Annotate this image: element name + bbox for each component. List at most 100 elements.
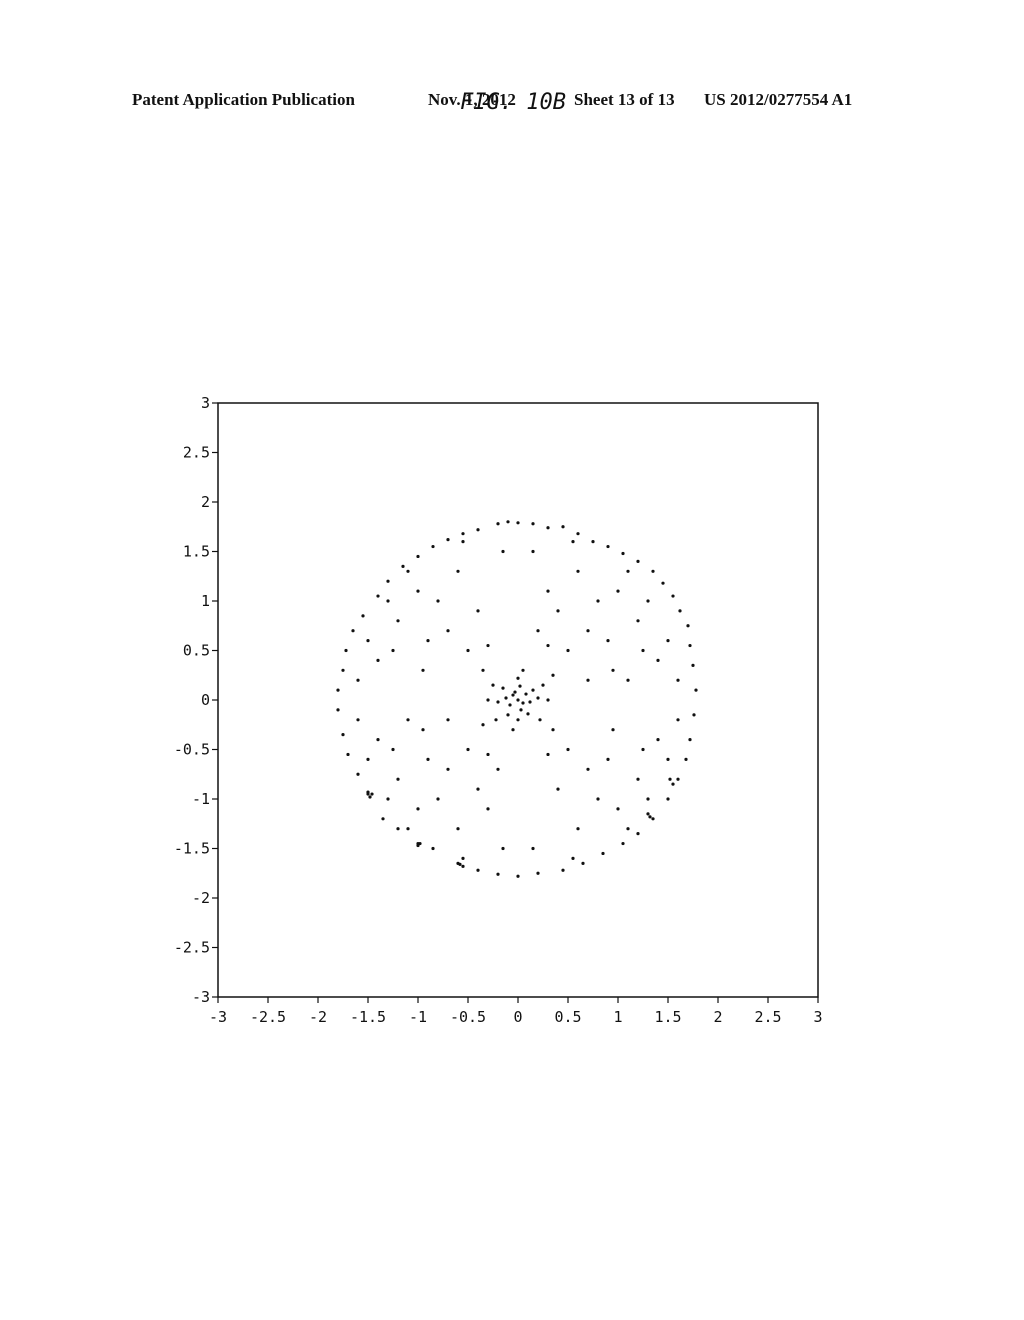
data-point	[521, 701, 525, 705]
data-point	[571, 540, 575, 544]
data-point	[421, 728, 425, 732]
y-tick-label: -2	[192, 889, 210, 907]
data-point	[651, 569, 655, 573]
y-tick-label: 0.5	[183, 642, 210, 660]
y-tick-label: 1	[201, 592, 210, 610]
data-point	[381, 817, 385, 821]
data-point	[456, 827, 460, 831]
scatter-plot: -3 -2.5 -2 -1.5 -1 -0.5 0 0.5 1 1.5 2 2.5 3 3 2.5 2 1.5…	[174, 394, 823, 1026]
data-point	[641, 747, 645, 752]
data-point	[351, 629, 355, 633]
data-point	[396, 827, 400, 831]
data-point	[486, 643, 490, 648]
data-point	[426, 639, 430, 643]
y-tick-label: -1.5	[174, 840, 210, 858]
data-point	[513, 690, 517, 694]
y-tick-label: -1	[192, 790, 210, 808]
data-point	[436, 599, 440, 603]
data-points	[336, 520, 698, 878]
data-point	[656, 658, 660, 663]
data-point	[531, 846, 535, 851]
data-point	[346, 752, 350, 757]
data-point	[446, 718, 450, 722]
data-point	[676, 718, 680, 722]
data-point	[491, 683, 495, 687]
data-point	[596, 599, 600, 603]
data-point	[511, 728, 515, 732]
data-point	[621, 551, 625, 556]
x-tick-label: 0.5	[554, 1008, 581, 1026]
data-point	[370, 792, 374, 796]
data-point	[521, 668, 525, 672]
x-axis: -3 -2.5 -2 -1.5 -1 -0.5 0 0.5 1 1.5 2 2.5 3	[209, 997, 823, 1026]
data-point	[684, 757, 688, 762]
data-point	[576, 827, 580, 831]
data-point	[519, 708, 523, 712]
data-point	[611, 668, 615, 672]
data-point	[581, 861, 585, 865]
data-point	[386, 579, 390, 583]
data-point	[601, 851, 605, 856]
data-point	[476, 528, 480, 532]
data-point	[661, 581, 665, 585]
data-point	[528, 700, 532, 704]
data-point	[566, 648, 570, 653]
data-point	[508, 703, 512, 707]
y-tick-label: 1.5	[183, 543, 210, 561]
data-point	[576, 569, 580, 573]
data-point	[356, 718, 360, 722]
data-point	[636, 832, 640, 836]
data-point	[676, 777, 680, 781]
x-tick-label: 0	[513, 1008, 522, 1026]
x-tick-label: 1	[613, 1008, 622, 1026]
data-point	[648, 815, 652, 819]
data-point	[461, 540, 465, 544]
data-point	[626, 569, 630, 573]
data-point	[396, 777, 400, 781]
data-point	[586, 767, 590, 771]
data-point	[636, 559, 640, 564]
data-point	[646, 812, 650, 816]
data-point	[391, 648, 395, 653]
data-point	[361, 614, 365, 618]
data-point	[501, 549, 505, 554]
data-point	[591, 540, 595, 544]
data-point	[666, 797, 670, 801]
data-point	[531, 549, 535, 554]
data-point	[531, 522, 535, 526]
x-tick-label: -1.5	[350, 1008, 386, 1026]
data-point	[646, 599, 650, 603]
data-point	[458, 862, 462, 866]
data-point	[561, 525, 565, 529]
data-point	[446, 538, 450, 542]
x-tick-label: 3	[813, 1008, 822, 1026]
data-point	[504, 696, 508, 700]
data-point	[536, 629, 540, 633]
data-point	[494, 718, 498, 722]
data-point	[646, 797, 650, 801]
data-point	[626, 827, 630, 831]
data-point	[386, 599, 390, 603]
data-point	[466, 648, 470, 653]
x-tick-label: 2.5	[754, 1008, 781, 1026]
x-tick-label: -3	[209, 1008, 227, 1026]
data-point	[501, 686, 505, 690]
data-point	[511, 693, 515, 697]
data-point	[626, 678, 630, 682]
y-tick-label: 2	[201, 493, 210, 511]
data-point	[366, 639, 370, 643]
data-point	[616, 807, 620, 811]
data-point	[666, 639, 670, 643]
x-tick-label: 2	[713, 1008, 722, 1026]
data-point	[678, 609, 682, 613]
data-point	[431, 544, 435, 549]
data-point	[606, 757, 610, 762]
data-point	[541, 683, 545, 687]
data-point	[526, 712, 530, 716]
data-point	[406, 718, 410, 722]
data-point	[676, 678, 680, 682]
data-point	[546, 698, 550, 702]
data-point	[616, 589, 620, 593]
data-point	[401, 564, 405, 568]
data-point	[496, 767, 500, 771]
